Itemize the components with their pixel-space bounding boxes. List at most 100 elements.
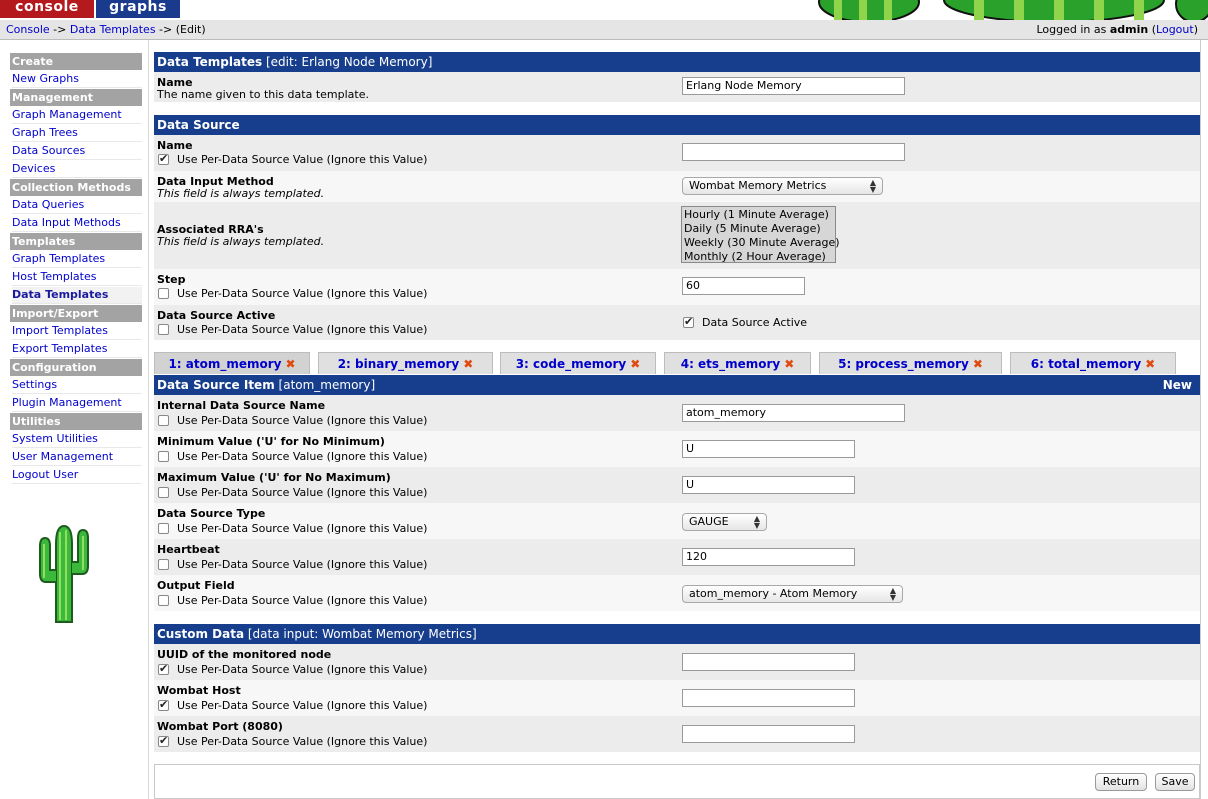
save-button[interactable]: Save	[1155, 773, 1195, 791]
select-value: atom_memory - Atom Memory	[689, 587, 858, 600]
menu-header-create: Create	[10, 53, 142, 70]
tab-label: 5: process_memory	[838, 357, 969, 371]
menu-item-system-utilities[interactable]: System Utilities	[12, 431, 142, 448]
ds-tab-binary-memory[interactable]: 2: binary_memory ✖	[318, 352, 493, 374]
menu-header-collection-methods: Collection Methods	[10, 179, 142, 196]
menu-item-plugin-management[interactable]: Plugin Management	[12, 395, 142, 412]
ds-active-checkbox[interactable]	[683, 315, 694, 328]
rra-listbox[interactable]: Hourly (1 Minute Average) Daily (5 Minut…	[681, 206, 840, 264]
uuid-input[interactable]	[682, 653, 855, 671]
logout-link[interactable]: Logout	[1156, 23, 1194, 36]
ds-name-per-ds: Use Per-Data Source Value (Ignore this V…	[158, 152, 427, 166]
host-per-ds: Use Per-Data Source Value (Ignore this V…	[158, 698, 427, 712]
section-subtitle: [edit: Erlang Node Memory]	[265, 55, 433, 69]
per-ds-checkbox[interactable]	[158, 523, 169, 534]
per-ds-checkbox[interactable]	[158, 698, 169, 711]
section-title: Data Source	[157, 118, 240, 132]
ds-tab-atom-memory[interactable]: 1: atom_memory ✖	[154, 352, 310, 374]
ds-tab-code-memory[interactable]: 3: code_memory ✖	[500, 352, 656, 374]
login-paren-close: )	[1193, 23, 1198, 36]
data-input-method-select[interactable]: Wombat Memory Metrics ▲ ▼	[682, 177, 883, 195]
ds-type-select[interactable]: GAUGE ▲ ▼	[682, 513, 767, 531]
close-icon[interactable]: ✖	[285, 357, 295, 371]
section-subtitle: [data input: Wombat Memory Metrics]	[247, 627, 477, 641]
new-item-link[interactable]: New	[1163, 375, 1192, 395]
per-ds-checkbox[interactable]	[158, 152, 169, 165]
template-name-input[interactable]: Erlang Node Memory	[682, 77, 905, 95]
return-button[interactable]: Return	[1095, 773, 1147, 791]
per-ds-checkbox[interactable]	[158, 487, 169, 498]
menu-item-graph-management[interactable]: Graph Management	[12, 107, 142, 124]
menu-item-export-templates[interactable]: Export Templates	[12, 341, 142, 358]
heartbeat-input[interactable]: 120	[682, 548, 855, 566]
per-ds-checkbox[interactable]	[158, 734, 169, 747]
console-tab[interactable]: console	[0, 0, 96, 18]
per-ds-checkbox[interactable]	[158, 451, 169, 462]
ds-tab-process-memory[interactable]: 5: process_memory ✖	[819, 352, 1002, 374]
per-ds-checkbox[interactable]	[158, 662, 169, 675]
rra-option[interactable]: Daily (5 Minute Average)	[684, 222, 833, 236]
menu-item-import-templates[interactable]: Import Templates	[12, 323, 142, 340]
ds-tab-ets-memory[interactable]: 4: ets_memory ✖	[664, 352, 811, 374]
menu-item-data-queries[interactable]: Data Queries	[12, 197, 142, 214]
field-label: Output Field	[157, 579, 235, 592]
ds-name-input[interactable]	[682, 143, 905, 161]
minimum-value-input[interactable]: U	[682, 440, 855, 458]
minimum-value-row: Minimum Value ('U' for No Minimum) Use P…	[154, 431, 1200, 467]
menu-item-graph-templates[interactable]: Graph Templates	[12, 251, 142, 268]
checkbox-label: Use Per-Data Source Value (Ignore this V…	[177, 735, 428, 748]
rra-option[interactable]: Hourly (1 Minute Average)	[684, 208, 833, 222]
menu-item-settings[interactable]: Settings	[12, 377, 142, 394]
field-description: This field is always templated.	[157, 235, 325, 248]
per-ds-checkbox[interactable]	[158, 415, 169, 426]
maximum-value-input[interactable]: U	[682, 476, 855, 494]
login-status: Logged in as admin (Logout)	[1036, 23, 1198, 36]
menu-item-user-management[interactable]: User Management	[12, 449, 142, 466]
step-per-ds: Use Per-Data Source Value (Ignore this V…	[158, 287, 427, 300]
field-label: Wombat Host	[157, 684, 241, 697]
per-ds-checkbox[interactable]	[158, 324, 169, 335]
menu-item-host-templates[interactable]: Host Templates	[12, 269, 142, 286]
menu-item-new-graphs[interactable]: New Graphs	[12, 71, 142, 88]
per-ds-checkbox[interactable]	[158, 595, 169, 606]
window-edge	[1200, 40, 1208, 799]
internal-ds-name-input[interactable]: atom_memory	[682, 404, 905, 422]
close-icon[interactable]: ✖	[1145, 357, 1155, 371]
output-field-select[interactable]: atom_memory - Atom Memory ▲ ▼	[682, 585, 903, 603]
breadcrumb-console-link[interactable]: Console	[6, 23, 50, 36]
breadcrumb-data-templates-link[interactable]: Data Templates	[70, 23, 156, 36]
menu-item-devices[interactable]: Devices	[12, 161, 142, 178]
type-per-ds: Use Per-Data Source Value (Ignore this V…	[158, 522, 427, 535]
close-icon[interactable]: ✖	[463, 357, 473, 371]
checkbox-label: Use Per-Data Source Value (Ignore this V…	[177, 486, 428, 499]
close-icon[interactable]: ✖	[784, 357, 794, 371]
section-title: Data Templates	[157, 55, 263, 69]
per-ds-checkbox[interactable]	[158, 288, 169, 299]
rra-option[interactable]: Weekly (30 Minute Average)	[684, 236, 840, 250]
login-prefix: Logged in as	[1036, 23, 1110, 36]
menu-item-data-input-methods[interactable]: Data Input Methods	[12, 215, 142, 232]
menu-item-data-sources[interactable]: Data Sources	[12, 143, 142, 160]
ds-name-row: Name Use Per-Data Source Value (Ignore t…	[154, 135, 1200, 171]
wombat-port-row: Wombat Port (8080) Use Per-Data Source V…	[154, 716, 1200, 752]
step-row: Step Use Per-Data Source Value (Ignore t…	[154, 269, 1200, 305]
checkbox-label: Use Per-Data Source Value (Ignore this V…	[177, 522, 428, 535]
internal-name-per-ds: Use Per-Data Source Value (Ignore this V…	[158, 414, 427, 427]
rra-option[interactable]: Monthly (2 Hour Average)	[684, 250, 833, 264]
graphs-tab[interactable]: graphs	[96, 0, 180, 18]
field-label: Heartbeat	[157, 543, 220, 556]
close-icon[interactable]: ✖	[630, 357, 640, 371]
associated-rras-row: Associated RRA's This field is always te…	[154, 202, 1200, 269]
data-templates-header: Data Templates [edit: Erlang Node Memory…	[154, 52, 1200, 72]
step-input[interactable]: 60	[682, 277, 805, 295]
wombat-host-input[interactable]	[682, 689, 855, 707]
per-ds-checkbox[interactable]	[158, 559, 169, 570]
wombat-port-input[interactable]	[682, 725, 855, 743]
ds-tab-total-memory[interactable]: 6: total_memory ✖	[1010, 352, 1176, 374]
menu-item-logout-user[interactable]: Logout User	[12, 467, 142, 484]
menu-item-graph-trees[interactable]: Graph Trees	[12, 125, 142, 142]
close-icon[interactable]: ✖	[973, 357, 983, 371]
checkbox-label: Use Per-Data Source Value (Ignore this V…	[177, 450, 428, 463]
checkbox-label: Data Source Active	[702, 316, 808, 329]
menu-item-data-templates[interactable]: Data Templates	[12, 287, 142, 304]
